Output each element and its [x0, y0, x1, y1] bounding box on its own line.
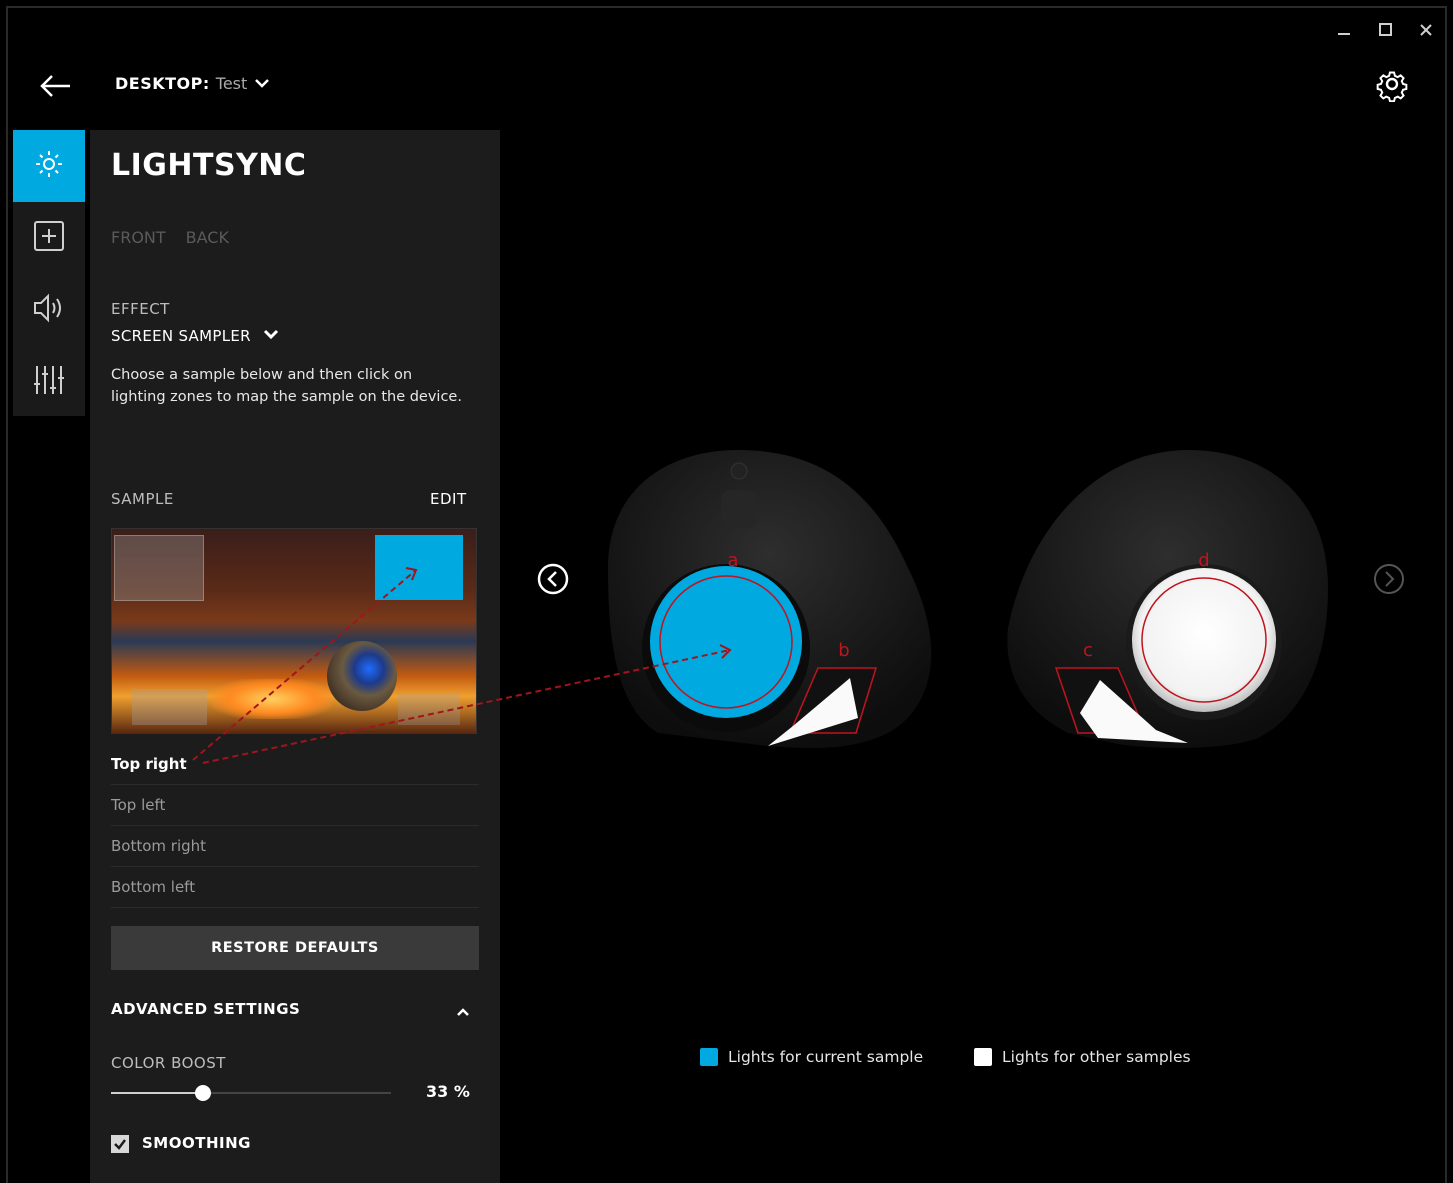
- zone-d-light[interactable]: [1132, 568, 1276, 712]
- zone-a-light[interactable]: [650, 566, 802, 718]
- legend-swatch-current: [700, 1048, 718, 1066]
- zone-label-c: c: [1083, 640, 1093, 661]
- speaker-control: [721, 490, 757, 528]
- app-window: DESKTOP: Test LIGHTSYNC FRONT BACK EFFEC…: [6, 6, 1447, 1183]
- legend-swatch-other: [974, 1048, 992, 1066]
- zone-label-a: a: [727, 550, 738, 571]
- zone-label-b: b: [838, 640, 849, 661]
- legend-other: Lights for other samples: [974, 1048, 1191, 1066]
- device-illustration: a b d c: [192, 450, 1328, 764]
- legend-label-other: Lights for other samples: [1002, 1048, 1191, 1066]
- left-speaker: a b: [608, 450, 932, 749]
- right-speaker: d c: [1007, 450, 1328, 748]
- legend-current: Lights for current sample: [700, 1048, 923, 1066]
- legend-label-current: Lights for current sample: [728, 1048, 924, 1066]
- zone-label-d: d: [1198, 550, 1209, 571]
